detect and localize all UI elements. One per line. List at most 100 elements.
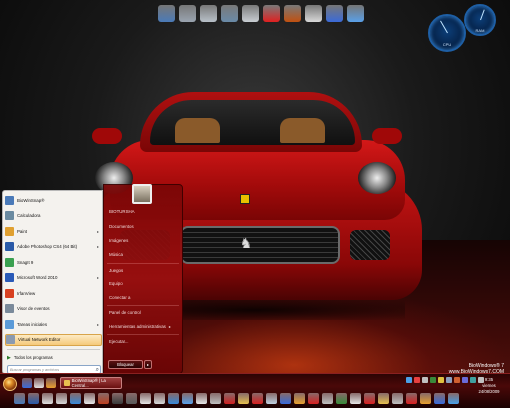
places-item[interactable]: Juegos: [109, 268, 123, 273]
dock-app-icon[interactable]: [210, 392, 221, 404]
car-seat-left: [175, 118, 220, 143]
dock-app-icon[interactable]: [84, 392, 95, 404]
dock-app-icon[interactable]: [70, 392, 81, 404]
drive-icon[interactable]: [179, 4, 196, 22]
dock-app-icon[interactable]: [448, 392, 459, 404]
phone-icon[interactable]: [221, 4, 238, 22]
dock-app-icon[interactable]: [364, 392, 375, 404]
quick-launch-icon[interactable]: [34, 378, 44, 388]
tray-icon[interactable]: [406, 377, 412, 383]
dock-app-icon[interactable]: [42, 392, 53, 404]
user-avatar[interactable]: [132, 184, 152, 204]
program-icon: [5, 319, 14, 329]
dock-app-icon[interactable]: [56, 392, 67, 404]
dock-app-icon[interactable]: [98, 392, 109, 404]
tray-icon[interactable]: [454, 377, 460, 383]
program-item[interactable]: Visor de eventos: [5, 303, 102, 315]
dock-app-icon[interactable]: [378, 392, 389, 404]
shutdown-options-button[interactable]: ▸: [144, 360, 152, 369]
program-item[interactable]: Calculadora: [5, 210, 102, 222]
dock-app-icon[interactable]: [154, 392, 165, 404]
places-separator: [107, 263, 179, 264]
car-headlight-right: [358, 162, 396, 194]
places-item[interactable]: Conectar a: [109, 295, 130, 300]
program-icon: [5, 195, 14, 205]
tray-icon[interactable]: [462, 377, 468, 383]
program-item[interactable]: SnagIt 9: [5, 256, 102, 268]
car-badge-icon: [240, 194, 250, 204]
places-item[interactable]: Herramientas administrativas ▸: [109, 324, 171, 329]
dock-app-icon[interactable]: [392, 392, 403, 404]
dock-app-icon[interactable]: [280, 392, 291, 404]
program-item[interactable]: Microsoft Word 2010 ▸: [5, 272, 102, 284]
places-item[interactable]: Documentos: [109, 224, 134, 229]
tray-icon[interactable]: [446, 377, 452, 383]
shutdown-button[interactable]: Bloquear: [108, 360, 143, 369]
submenu-arrow-icon: ▸: [96, 321, 99, 327]
places-item-label: Conectar a: [109, 295, 131, 300]
all-programs-button[interactable]: ▶ Todos los programas: [7, 353, 101, 362]
dock-app-icon[interactable]: [434, 392, 445, 404]
quick-launch-icon[interactable]: [46, 378, 56, 388]
taskbar-window-button[interactable]: BioWinSnap® | La Central...: [60, 377, 122, 389]
program-label: Paint: [17, 228, 28, 234]
dock-app-icon[interactable]: [308, 392, 319, 404]
start-button[interactable]: [3, 377, 17, 391]
ram-gauge[interactable]: RAM: [464, 4, 496, 36]
adobe-icon[interactable]: [305, 4, 322, 22]
taskbar-window-label: BioWinSnap® | La Central...: [71, 378, 106, 388]
bottom-dock: [14, 391, 459, 405]
tray-icon[interactable]: [438, 377, 444, 383]
tower-icon[interactable]: [242, 4, 259, 22]
car-mirror-left: [92, 128, 122, 144]
dock-app-icon[interactable]: [336, 392, 347, 404]
dock-app-icon[interactable]: [266, 392, 277, 404]
dock-app-icon[interactable]: [196, 392, 207, 404]
program-item[interactable]: Paint ▸: [5, 225, 102, 237]
places-item[interactable]: Equipo: [109, 281, 123, 286]
printer-icon[interactable]: [200, 4, 217, 22]
dock-app-icon[interactable]: [140, 392, 151, 404]
dock-app-icon[interactable]: [126, 392, 137, 404]
places-item-label: Documentos: [109, 224, 134, 229]
dock-app-icon[interactable]: [420, 392, 431, 404]
dock-app-icon[interactable]: [224, 392, 235, 404]
program-item[interactable]: BioWinSnap®: [5, 194, 102, 206]
dock-app-icon[interactable]: [14, 392, 25, 404]
clock-date: 24/08/2009: [478, 389, 500, 394]
program-item[interactable]: Tareas iniciales ▸: [5, 318, 102, 330]
quick-launch-icon[interactable]: [22, 378, 32, 388]
dock-app-icon[interactable]: [252, 392, 263, 404]
dock-app-icon[interactable]: [112, 392, 123, 404]
cpu-gauge[interactable]: CPU: [428, 14, 466, 52]
program-item[interactable]: Virtual Network Editor: [5, 333, 102, 346]
lifesaver-icon[interactable]: [263, 4, 280, 22]
user-name-link[interactable]: BIOTURSHA: [109, 209, 135, 214]
dock-app-icon[interactable]: [294, 392, 305, 404]
dock-app-icon[interactable]: [350, 392, 361, 404]
places-item[interactable]: Ejecutar...: [109, 339, 129, 344]
program-item[interactable]: IrfanView: [5, 287, 102, 299]
dock-app-icon[interactable]: [28, 392, 39, 404]
computer-icon[interactable]: [158, 4, 175, 22]
dock-app-icon[interactable]: [182, 392, 193, 404]
network-icon[interactable]: [347, 4, 364, 22]
places-item[interactable]: Imágenes: [109, 238, 128, 243]
places-item[interactable]: Panel de control: [109, 310, 141, 315]
places-item[interactable]: Música: [109, 252, 123, 257]
car-seat-right: [280, 118, 325, 143]
dock-app-icon[interactable]: [322, 392, 333, 404]
photo-icon[interactable]: [326, 4, 343, 22]
dock-app-icon[interactable]: [238, 392, 249, 404]
dock-app-icon[interactable]: [406, 392, 417, 404]
tray-icon[interactable]: [414, 377, 420, 383]
places-item-label: Panel de control: [109, 310, 141, 315]
program-label: SnagIt 9: [17, 259, 34, 265]
program-item[interactable]: Adobe Photoshop CS4 (64 Bit) ▸: [5, 241, 102, 253]
taskbar-clock[interactable]: 9:35 viernes 24/08/2009: [470, 377, 508, 395]
tray-icon[interactable]: [422, 377, 428, 383]
top-dock: [158, 2, 364, 24]
dock-app-icon[interactable]: [168, 392, 179, 404]
flame-icon[interactable]: [284, 4, 301, 22]
tray-icon[interactable]: [430, 377, 436, 383]
